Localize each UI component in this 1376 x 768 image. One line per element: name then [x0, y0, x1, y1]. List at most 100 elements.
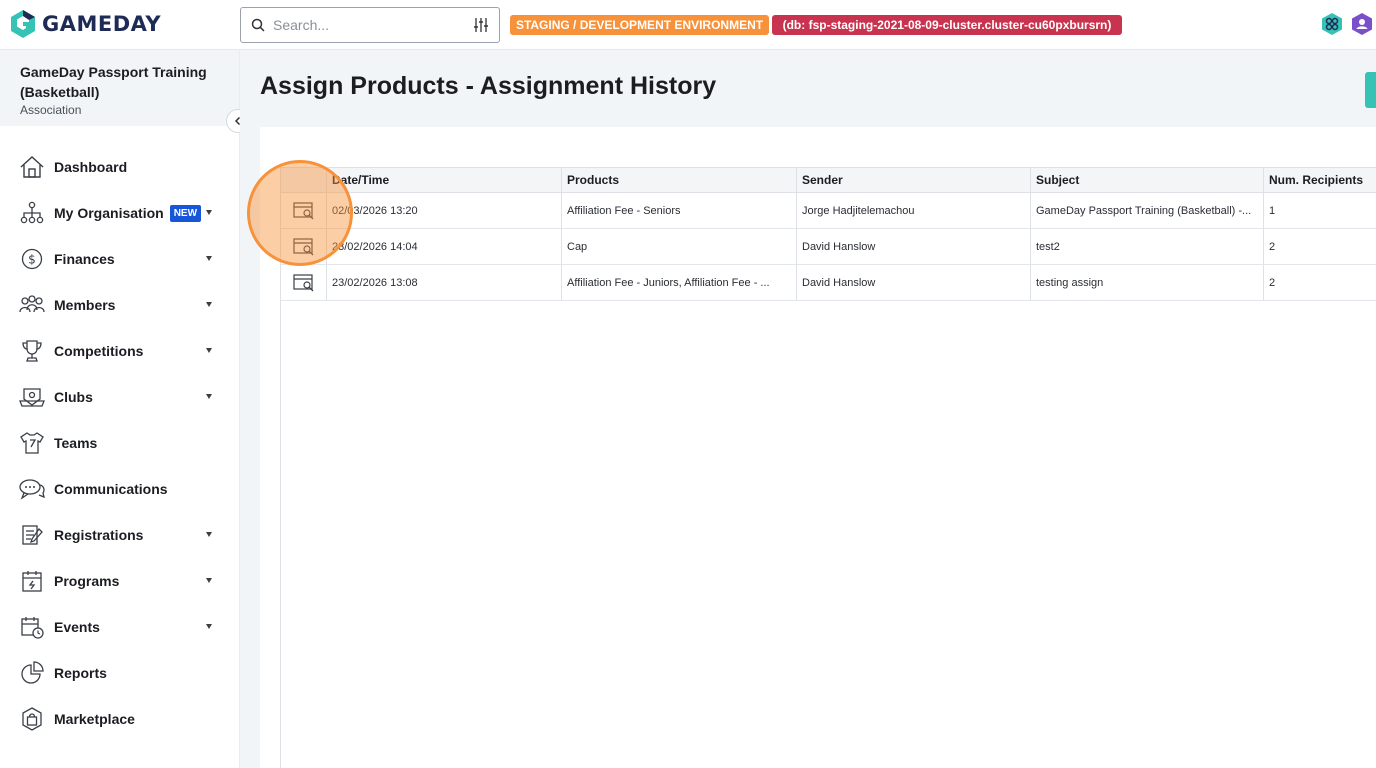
- search-input[interactable]: [273, 17, 473, 33]
- table-row[interactable]: 02/03/2026 13:20 Affiliation Fee - Senio…: [281, 193, 1376, 229]
- cell-recipients: 1: [1269, 204, 1276, 217]
- column-header-subject[interactable]: Subject: [1031, 168, 1264, 192]
- view-details-button[interactable]: [281, 193, 327, 228]
- sidebar-item-label: My Organisation: [54, 205, 164, 221]
- sidebar-item-reports[interactable]: Reports: [0, 650, 239, 696]
- event-icon: [18, 613, 46, 641]
- column-header-datetime[interactable]: Date/Time: [327, 168, 562, 192]
- sidebar-item-label: Competitions: [54, 343, 144, 359]
- chevron-down-icon: [206, 394, 212, 399]
- cell-products-text: Affiliation Fee - Juniors, Affiliation F…: [567, 276, 770, 289]
- cell-subject: GameDay Passport Training (Basketball) -…: [1031, 193, 1264, 228]
- cell-products: Cap: [562, 229, 797, 264]
- view-details-button[interactable]: [281, 265, 327, 300]
- sidebar-item-finances[interactable]: $ Finances: [0, 236, 239, 282]
- dollar-icon: $: [18, 245, 46, 273]
- cell-products: Affiliation Fee - Seniors: [562, 193, 797, 228]
- sidebar-item-programs[interactable]: Programs: [0, 558, 239, 604]
- gameday-logo[interactable]: GAMEDAY: [10, 9, 161, 39]
- trophy-icon: [18, 337, 46, 365]
- cell-recipients: 2: [1269, 240, 1276, 253]
- cell-subject-text: GameDay Passport Training (Basketball) -…: [1036, 204, 1252, 217]
- main-content: Assign Products - Assignment History Dat…: [240, 50, 1376, 768]
- sidebar-item-label: Reports: [54, 665, 107, 681]
- sidebar-item-competitions[interactable]: Competitions: [0, 328, 239, 374]
- sliders-icon[interactable]: [473, 17, 489, 33]
- top-right-icons: [1320, 12, 1376, 36]
- sidebar: GameDay Passport Training (Basketball) A…: [0, 50, 240, 768]
- column-header-products[interactable]: Products: [562, 168, 797, 192]
- table-row[interactable]: 23/02/2026 14:04 Cap David Hanslow test2…: [281, 229, 1376, 265]
- cell-sender: David Hanslow: [797, 265, 1031, 300]
- cell-subject-text: test2: [1036, 240, 1060, 253]
- chevron-down-icon: [206, 210, 212, 215]
- sidebar-item-label: Clubs: [54, 389, 93, 405]
- cell-subject-text: testing assign: [1036, 276, 1104, 289]
- cell-products: Affiliation Fee - Juniors, Affiliation F…: [562, 265, 797, 300]
- search-box[interactable]: [240, 7, 500, 43]
- sidebar-item-events[interactable]: Events: [0, 604, 239, 650]
- page-title: Assign Products - Assignment History: [260, 72, 717, 100]
- chevron-down-icon: [206, 348, 212, 353]
- search-icon: [251, 18, 265, 32]
- cell-products-text: Affiliation Fee - Seniors: [567, 204, 681, 217]
- sidebar-item-my-organisation[interactable]: My Organisation NEW: [0, 190, 239, 236]
- header-action-button[interactable]: [1365, 72, 1376, 108]
- cell-datetime: 23/02/2026 14:04: [327, 229, 562, 264]
- cell-datetime: 02/03/2026 13:20: [327, 193, 562, 228]
- sidebar-item-clubs[interactable]: Clubs: [0, 374, 239, 420]
- database-badge: (db: fsp-staging-2021-08-09-cluster.clus…: [772, 15, 1122, 35]
- assignment-history-table: Date/Time Products Sender Subject Num. R…: [280, 167, 1376, 768]
- view-details-icon: [292, 273, 313, 291]
- sidebar-item-communications[interactable]: Communications: [0, 466, 239, 512]
- network-app-icon[interactable]: [1320, 12, 1344, 36]
- column-header-sender[interactable]: Sender: [797, 168, 1031, 192]
- gameday-logo-icon: [11, 10, 35, 38]
- content-panel: Date/Time Products Sender Subject Num. R…: [260, 127, 1376, 768]
- cell-datetime: 23/02/2026 13:08: [327, 265, 562, 300]
- sidebar-item-registrations[interactable]: Registrations: [0, 512, 239, 558]
- chevron-down-icon: [206, 256, 212, 261]
- view-details-button[interactable]: [281, 229, 327, 264]
- table-row[interactable]: 23/02/2026 13:08 Affiliation Fee - Junio…: [281, 265, 1376, 301]
- cell-subject: test2: [1031, 229, 1264, 264]
- organisation-type: Association: [20, 103, 82, 117]
- pie-chart-icon: [18, 659, 46, 687]
- calendar-icon: [18, 567, 46, 595]
- home-icon: [18, 153, 46, 181]
- chevron-down-icon: [206, 578, 212, 583]
- people-icon: [18, 291, 46, 319]
- club-icon: [18, 383, 46, 411]
- sidebar-item-dashboard[interactable]: Dashboard: [0, 144, 239, 190]
- sidebar-item-label: Communications: [54, 481, 168, 497]
- sidebar-item-label: Registrations: [54, 527, 144, 543]
- user-shield-icon[interactable]: [1350, 12, 1374, 36]
- jersey-icon: [18, 429, 46, 457]
- bag-icon: [18, 705, 46, 733]
- chevron-down-icon: [206, 532, 212, 537]
- sidebar-item-label: Members: [54, 297, 116, 313]
- sidebar-item-label: Events: [54, 619, 100, 635]
- chevron-down-icon: [206, 302, 212, 307]
- sidebar-item-label: Programs: [54, 573, 120, 589]
- table-header: Date/Time Products Sender Subject Num. R…: [281, 167, 1376, 193]
- column-header-view: [281, 168, 327, 192]
- chat-icon: [18, 475, 46, 503]
- new-badge: NEW: [169, 204, 202, 222]
- form-icon: [18, 521, 46, 549]
- column-header-recipients[interactable]: Num. Recipients: [1264, 168, 1376, 192]
- org-chart-icon: [18, 199, 46, 227]
- chevron-down-icon: [206, 624, 212, 629]
- environment-badge: STAGING / DEVELOPMENT ENVIRONMENT: [510, 15, 769, 35]
- sidebar-item-teams[interactable]: Teams: [0, 420, 239, 466]
- sidebar-item-members[interactable]: Members: [0, 282, 239, 328]
- sidebar-item-label: Marketplace: [54, 711, 135, 727]
- organisation-name: GameDay Passport Training (Basketball): [20, 64, 207, 100]
- sidebar-item-label: Dashboard: [54, 159, 128, 175]
- sidebar-item-marketplace[interactable]: Marketplace: [0, 696, 239, 742]
- logo-text: GAMEDAY: [42, 12, 162, 36]
- view-details-icon: [292, 201, 313, 219]
- cell-sender: Jorge Hadjitelemachou: [797, 193, 1031, 228]
- cell-products-text: Cap: [567, 240, 588, 253]
- cell-subject: testing assign: [1031, 265, 1264, 300]
